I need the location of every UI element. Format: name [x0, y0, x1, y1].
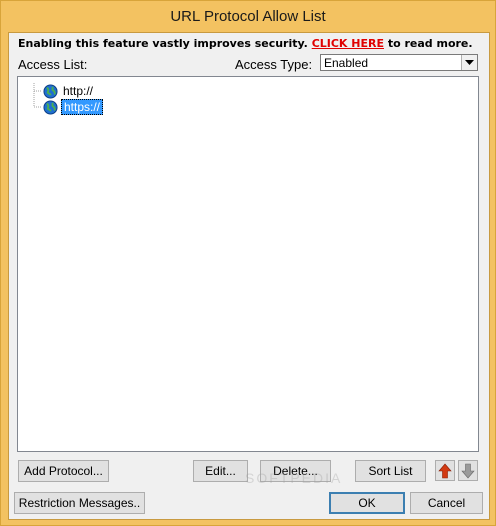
tree-connector	[33, 83, 42, 99]
move-up-button[interactable]	[435, 460, 455, 481]
tree-item-https[interactable]: https://	[26, 99, 104, 115]
dialog-window: URL Protocol Allow List Enabling this fe…	[0, 0, 496, 526]
access-list-tree[interactable]: http:// https://	[17, 76, 479, 452]
title-bar[interactable]: URL Protocol Allow List	[1, 1, 495, 31]
security-notice: Enabling this feature vastly improves se…	[18, 37, 473, 50]
add-protocol-button[interactable]: Add Protocol...	[18, 460, 109, 482]
notice-text: Enabling this feature vastly improves se…	[18, 37, 312, 50]
arrow-up-icon	[438, 463, 452, 478]
edit-button[interactable]: Edit...	[193, 460, 248, 482]
tree-item-label: http://	[63, 84, 94, 98]
ok-button[interactable]: OK	[329, 492, 405, 514]
access-type-value: Enabled	[324, 55, 369, 70]
window-title: URL Protocol Allow List	[170, 7, 326, 25]
globe-icon	[43, 83, 58, 99]
tree-item-label: https://	[61, 99, 104, 115]
access-type-select[interactable]: Enabled	[320, 54, 478, 71]
access-type-label: Access Type:	[235, 57, 313, 72]
tree-connector	[33, 99, 42, 108]
move-down-button[interactable]	[458, 460, 478, 481]
tree-item-http[interactable]: http://	[26, 83, 95, 99]
globe-icon	[43, 99, 58, 115]
notice-suffix: to read more.	[384, 37, 473, 50]
sort-list-button[interactable]: Sort List	[355, 460, 426, 482]
arrow-down-icon	[461, 463, 475, 478]
dialog-body: Enabling this feature vastly improves se…	[8, 32, 490, 520]
delete-button[interactable]: Delete...	[260, 460, 331, 482]
chevron-down-icon[interactable]	[461, 55, 477, 70]
access-list-label: Access List:	[18, 57, 88, 72]
restriction-messages-button[interactable]: Restriction Messages..	[14, 492, 145, 514]
click-here-link[interactable]: CLICK HERE	[312, 37, 384, 50]
cancel-button[interactable]: Cancel	[410, 492, 483, 514]
